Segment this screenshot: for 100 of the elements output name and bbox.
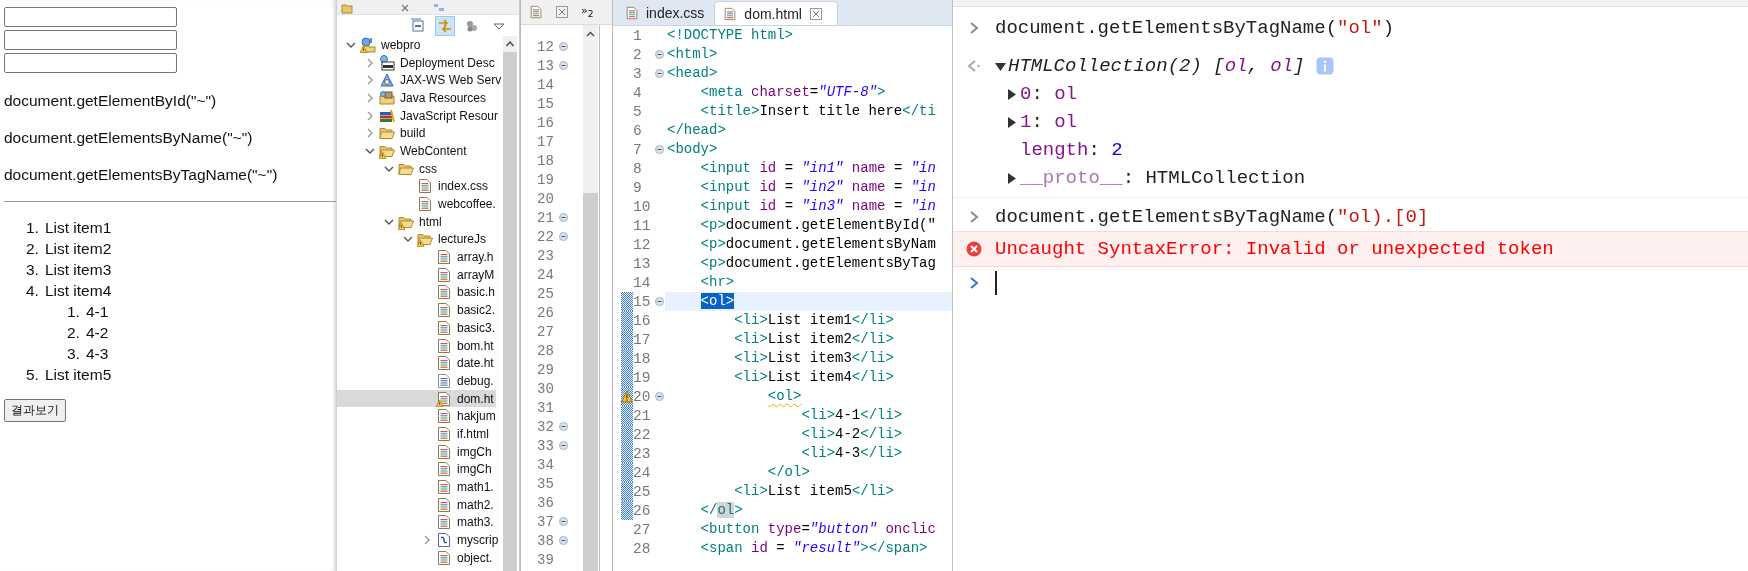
tree-item[interactable]: debug. <box>337 372 496 390</box>
error-icon <box>966 241 982 257</box>
tree-item[interactable]: basic.h <box>337 283 498 302</box>
tree-item[interactable]: index.css <box>337 177 491 196</box>
collapsed-triangle-icon[interactable] <box>1006 88 1017 100</box>
close-icon[interactable] <box>555 5 569 19</box>
text-field[interactable] <box>4 53 177 73</box>
line-number: 17 <box>537 133 555 150</box>
line-number: 23 <box>537 247 555 264</box>
fold-icon[interactable] <box>559 42 568 51</box>
tree-item[interactable]: webcoffee. <box>337 195 498 213</box>
scroll-up-icon[interactable] <box>586 30 595 39</box>
close-icon[interactable] <box>808 6 823 21</box>
tree-item[interactable]: css <box>337 159 439 178</box>
overflow-tabs[interactable]: »$_{2}$ <box>581 4 594 20</box>
tree-item[interactable]: lectureJs <box>337 230 489 249</box>
fold-icon[interactable] <box>559 536 568 545</box>
books-icon <box>379 107 395 124</box>
tree-item[interactable]: WebContent <box>337 142 469 160</box>
tree-item[interactable]: imgCh <box>337 442 494 461</box>
line-number: 28 <box>537 342 555 359</box>
line-number: 30 <box>537 380 555 397</box>
tree-item[interactable]: basic3. <box>337 319 498 337</box>
file-icon <box>436 443 452 460</box>
tree-item[interactable]: JAX-WS Web Serv <box>337 71 504 90</box>
expanded-triangle-icon[interactable] <box>995 60 1006 72</box>
file-icon[interactable] <box>529 5 543 19</box>
property-text[interactable]: 1: ol <box>1020 108 1078 136</box>
editor-tab[interactable]: dom.html <box>714 1 838 25</box>
tree-item[interactable]: build <box>337 124 428 143</box>
code-line: <title>Insert title here</ti <box>700 102 936 121</box>
fold-icon[interactable] <box>655 392 664 401</box>
file-icon <box>436 408 452 425</box>
tree-item[interactable]: array.h <box>337 248 496 266</box>
result-arrow-icon <box>966 58 982 74</box>
editor-tab[interactable]: index.css <box>617 1 715 25</box>
fold-icon[interactable] <box>559 517 568 526</box>
tree-item[interactable]: math3. <box>337 513 496 532</box>
tree-item[interactable]: dom.ht <box>337 389 496 408</box>
line-number: 38 <box>537 532 555 549</box>
code-line: <hr> <box>700 273 735 292</box>
fold-icon[interactable] <box>655 69 664 78</box>
tree-item[interactable]: hakjum <box>337 407 498 426</box>
text-field[interactable] <box>4 7 177 27</box>
fold-icon[interactable] <box>559 61 568 70</box>
file-icon <box>723 6 738 21</box>
tree-item[interactable]: imgCh <box>337 460 494 479</box>
close-icon[interactable] <box>399 2 411 14</box>
tree-item[interactable]: math1. <box>337 478 496 496</box>
line-number: 7 <box>633 141 643 158</box>
tree-item[interactable]: JavaScript Resour <box>337 106 501 125</box>
collapsed-triangle-icon[interactable] <box>1006 116 1017 128</box>
tree-item[interactable]: myscrip <box>337 531 501 549</box>
property-text[interactable]: __proto__: HTMLCollection <box>1020 164 1306 192</box>
fold-icon[interactable] <box>559 422 568 431</box>
tree-item[interactable]: Deployment Desc <box>337 53 497 72</box>
fold-icon[interactable] <box>559 213 568 222</box>
line-number: 25 <box>537 285 555 302</box>
property-text[interactable]: 0: ol <box>1020 80 1078 108</box>
code-line: <p>document.getElementsByTag <box>700 254 936 273</box>
code-line: <ol> <box>767 387 802 406</box>
line-number: 26 <box>633 502 652 519</box>
text-file-icon <box>436 372 452 389</box>
tree-item[interactable]: basic2. <box>337 301 498 319</box>
fold-icon[interactable] <box>655 50 664 59</box>
paragraph: document.getElementsByName("~") <box>4 128 254 147</box>
file-icon <box>436 337 452 354</box>
file-icon <box>436 549 452 566</box>
fold-icon[interactable] <box>655 145 664 154</box>
scrollbar-thumb[interactable] <box>503 52 517 571</box>
line-number: 39 <box>537 551 555 568</box>
tree-item[interactable]: html <box>337 212 444 231</box>
line-number: 10 <box>633 198 652 215</box>
tree-item[interactable]: if.html <box>337 425 491 443</box>
tree-item[interactable]: object. <box>337 548 495 567</box>
line-number: 21 <box>537 209 555 226</box>
result-text[interactable]: HTMLCollection(2) [ol, ol] <box>1008 52 1305 80</box>
scroll-up-icon[interactable] <box>503 36 517 52</box>
file-icon <box>436 461 452 478</box>
line-number: 9 <box>633 179 643 196</box>
fold-icon[interactable] <box>559 441 568 450</box>
scrollbar-thumb[interactable] <box>583 193 598 571</box>
code-line: <button type="button" onclic <box>700 520 936 539</box>
line-number: 15 <box>537 95 555 112</box>
link-editor-icon[interactable] <box>435 15 455 36</box>
tree-item[interactable]: date.ht <box>337 354 496 373</box>
collapsed-triangle-icon[interactable] <box>1006 172 1017 184</box>
tree-item[interactable]: webpro <box>337 36 423 54</box>
code-line: <input id = "in2" name = "in <box>700 178 936 197</box>
tree-item[interactable]: bom.ht <box>337 336 496 355</box>
line-number: 12 <box>633 236 652 253</box>
line-number: 13 <box>537 57 555 74</box>
text-field[interactable] <box>4 30 177 50</box>
show-result-button[interactable]: 결과보기 <box>4 399 66 422</box>
fold-icon[interactable] <box>655 297 664 306</box>
line-number: 20 <box>537 190 555 207</box>
fold-icon[interactable] <box>559 232 568 241</box>
tree-item[interactable]: Java Resources <box>337 89 489 107</box>
tree-item[interactable]: arrayM <box>337 265 497 284</box>
tree-item[interactable]: math2. <box>337 495 496 514</box>
